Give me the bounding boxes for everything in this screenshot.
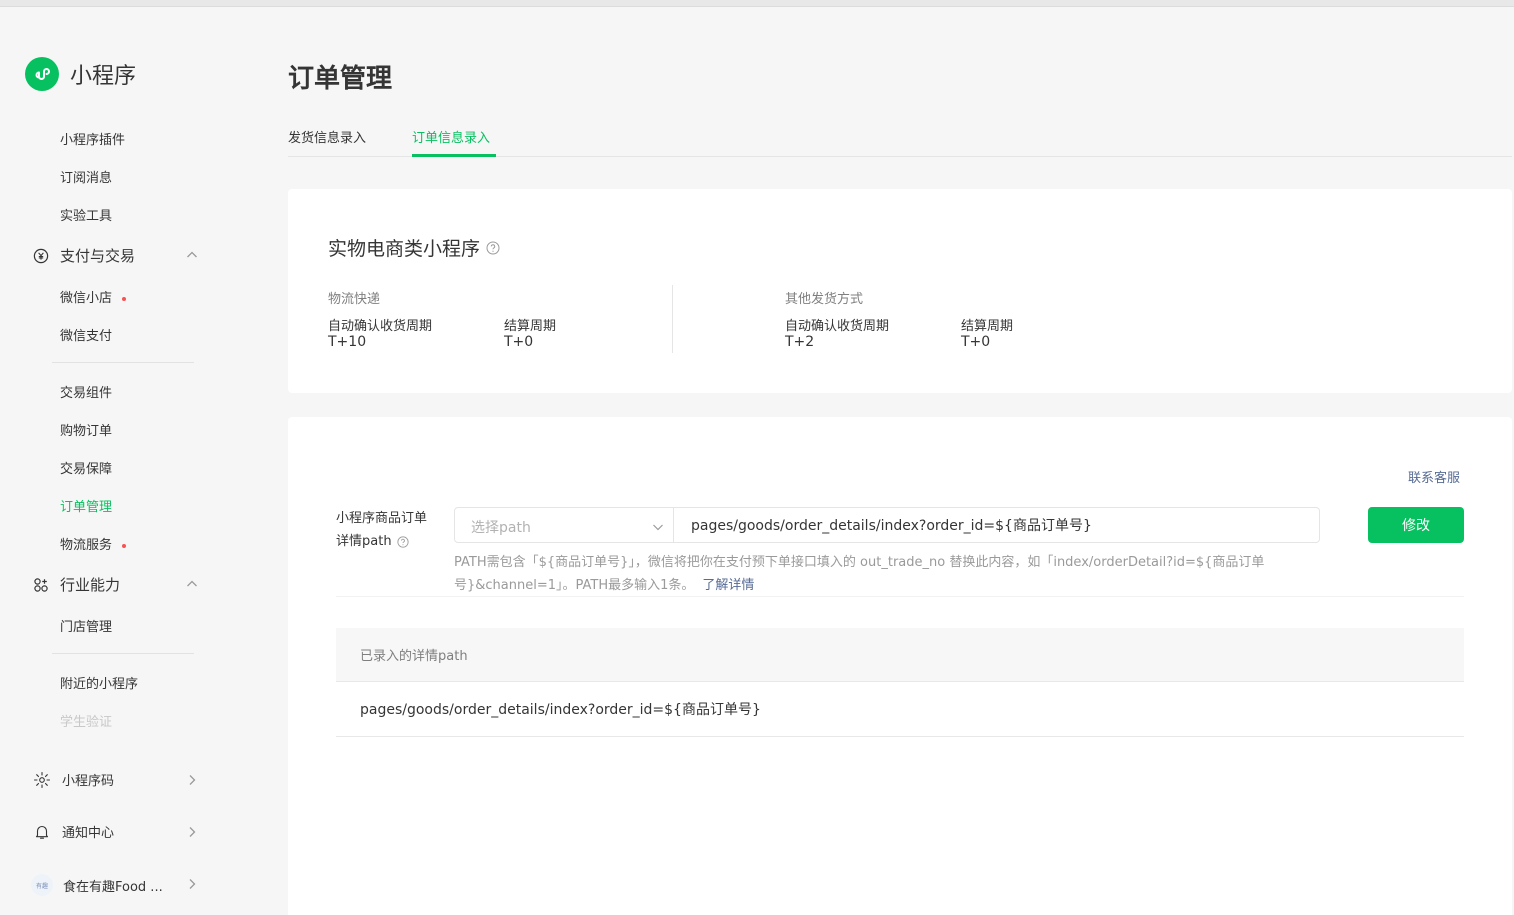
notification-dot bbox=[122, 543, 127, 548]
sidebar-group-label: 行业能力 bbox=[60, 576, 121, 594]
app-logo[interactable]: 小程序 bbox=[25, 57, 136, 91]
path-config-card: 联系客服 小程序商品订单 详情path 选择path 修改 PATH需包含「${… bbox=[288, 417, 1512, 915]
section-label-other: 其他发货方式 bbox=[785, 292, 864, 307]
path-hint-text: PATH需包含「${商品订单号}」，微信将把你在支付预下单接口填入的 out_t… bbox=[454, 555, 1265, 593]
path-select-placeholder: 选择path bbox=[471, 520, 531, 536]
chevron-up-icon[interactable] bbox=[185, 577, 199, 591]
sidebar-group-payment[interactable]: 支付与交易 bbox=[33, 245, 135, 266]
help-icon[interactable] bbox=[486, 241, 500, 255]
active-tab-indicator bbox=[412, 154, 496, 157]
chevron-down-icon bbox=[651, 519, 665, 533]
settle-period-label: 结算周期 bbox=[504, 319, 557, 334]
card-title: 实物电商类小程序 bbox=[328, 234, 500, 261]
chevron-right-icon[interactable] bbox=[185, 877, 199, 891]
section-label-express: 物流快递 bbox=[328, 292, 381, 307]
sidebar-item-nearby[interactable]: 附近的小程序 bbox=[60, 673, 138, 692]
miniprogram-logo-icon bbox=[25, 57, 59, 91]
path-field-label: 小程序商品订单 详情path bbox=[336, 507, 446, 553]
help-icon[interactable] bbox=[396, 535, 409, 548]
yuan-icon bbox=[33, 248, 49, 264]
section-divider bbox=[672, 285, 673, 353]
account-name: 食在有趣Food ... bbox=[63, 879, 163, 895]
sidebar-group-industry[interactable]: 行业能力 bbox=[33, 574, 120, 595]
learn-more-link[interactable]: 了解详情 bbox=[702, 578, 754, 593]
chevron-right-icon[interactable] bbox=[185, 825, 199, 839]
sidebar-item-subscribe[interactable]: 订阅消息 bbox=[60, 167, 112, 186]
notification-dot bbox=[122, 296, 127, 301]
sidebar-item-qrcode[interactable]: 小程序码 bbox=[33, 770, 114, 789]
sidebar-item-shopping-orders[interactable]: 购物订单 bbox=[60, 420, 112, 439]
path-field-label-line1: 小程序商品订单 bbox=[336, 511, 428, 526]
edit-button[interactable]: 修改 bbox=[1368, 507, 1464, 543]
sidebar-divider bbox=[52, 362, 194, 363]
settle-period-label: 结算周期 bbox=[961, 319, 1014, 334]
sidebar-item-label: 微信小店 bbox=[60, 291, 113, 306]
tab-bar: 发货信息录入 订单信息录入 bbox=[288, 110, 1512, 157]
chevron-right-icon[interactable] bbox=[185, 773, 199, 787]
path-field-label-line2: 详情path bbox=[336, 534, 392, 549]
settle-period-value: T+0 bbox=[961, 334, 991, 350]
sidebar-item-plugins[interactable]: 小程序插件 bbox=[60, 129, 125, 148]
tab-order-info[interactable]: 订单信息录入 bbox=[412, 127, 490, 146]
confirm-period-label: 自动确认收货周期 bbox=[328, 319, 433, 334]
path-input[interactable] bbox=[674, 507, 1320, 543]
sidebar-item-wechat-pay[interactable]: 微信支付 bbox=[60, 325, 112, 344]
sidebar-group-label: 支付与交易 bbox=[60, 247, 136, 265]
sidebar-item-notifications[interactable]: 通知中心 bbox=[33, 822, 114, 841]
merchant-type-card: 实物电商类小程序 物流快递 自动确认收货周期 T+10 结算周期 T+0 其他发… bbox=[288, 189, 1512, 393]
contact-support-link[interactable]: 联系客服 bbox=[1408, 467, 1460, 486]
sidebar-item-store-management[interactable]: 门店管理 bbox=[60, 616, 112, 635]
app-name: 小程序 bbox=[70, 64, 137, 89]
sidebar-item-student-verify[interactable]: 学生验证 bbox=[60, 711, 112, 730]
settle-period-value: T+0 bbox=[504, 334, 534, 350]
sidebar-item-label: 通知中心 bbox=[62, 826, 115, 841]
path-select[interactable]: 选择path bbox=[454, 507, 674, 543]
sun-code-icon bbox=[33, 771, 51, 789]
table-row: pages/goods/order_details/index?order_id… bbox=[336, 682, 1464, 737]
card-title-text: 实物电商类小程序 bbox=[328, 238, 481, 260]
apps-icon bbox=[33, 577, 49, 593]
confirm-period-value: T+10 bbox=[328, 334, 367, 350]
sidebar-item-trade-guarantee[interactable]: 交易保障 bbox=[60, 458, 112, 477]
tab-shipping-info[interactable]: 发货信息录入 bbox=[288, 127, 366, 146]
page-title: 订单管理 bbox=[288, 64, 393, 94]
path-field-label-line2-wrap: 详情path bbox=[336, 530, 446, 553]
table-header: 已录入的详情path bbox=[336, 628, 1464, 682]
sidebar-item-label: 小程序码 bbox=[62, 774, 115, 789]
avatar: 有趣 bbox=[31, 874, 53, 896]
saved-path-table: 已录入的详情path pages/goods/order_details/ind… bbox=[336, 628, 1464, 737]
sidebar-item-wechat-shop[interactable]: 微信小店 bbox=[60, 287, 127, 306]
sidebar-item-lab[interactable]: 实验工具 bbox=[60, 205, 112, 224]
browser-top-strip bbox=[0, 0, 1514, 7]
sidebar-divider bbox=[52, 653, 194, 654]
sidebar-item-order-management[interactable]: 订单管理 bbox=[60, 496, 112, 515]
sidebar-item-account[interactable]: 有趣 食在有趣Food ... bbox=[31, 874, 163, 896]
chevron-up-icon[interactable] bbox=[185, 248, 199, 262]
sidebar: 小程序 小程序插件 订阅消息 实验工具 支付与交易 微信小店 微信支付 交易组件… bbox=[0, 7, 232, 915]
sidebar-item-trade-component[interactable]: 交易组件 bbox=[60, 382, 112, 401]
bell-icon bbox=[33, 823, 51, 841]
sidebar-item-logistics[interactable]: 物流服务 bbox=[60, 534, 127, 553]
confirm-period-label: 自动确认收货周期 bbox=[785, 319, 890, 334]
confirm-period-value: T+2 bbox=[785, 334, 815, 350]
sidebar-item-label: 物流服务 bbox=[60, 538, 113, 553]
path-hint: PATH需包含「${商品订单号}」，微信将把你在支付预下单接口填入的 out_t… bbox=[454, 551, 1324, 597]
